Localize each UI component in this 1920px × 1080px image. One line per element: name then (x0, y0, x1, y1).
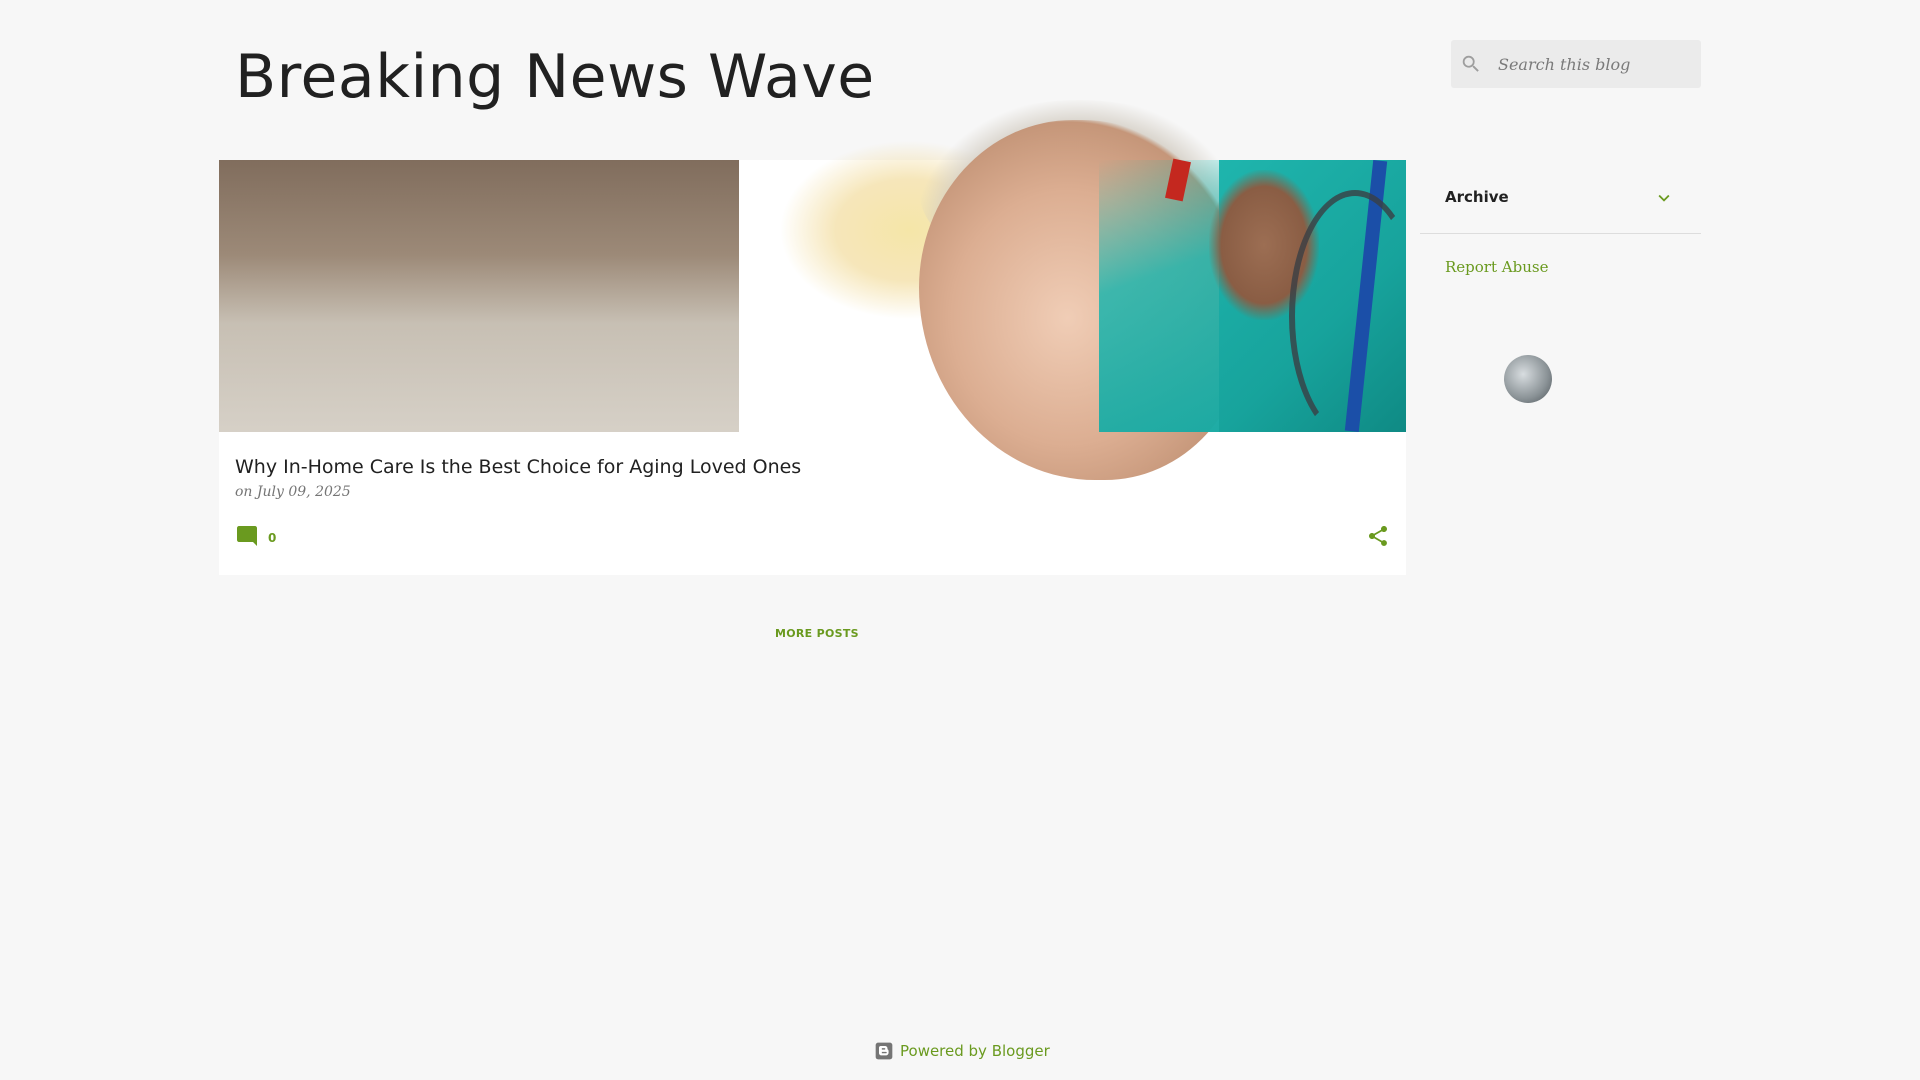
search-box[interactable] (1451, 40, 1701, 88)
blog-title[interactable]: Breaking News Wave (235, 40, 875, 114)
post-date: on July 09, 2025 (235, 484, 351, 500)
more-posts-link[interactable]: MORE POSTS (775, 627, 859, 640)
post-date-value[interactable]: July 09, 2025 (257, 484, 351, 500)
post-date-prefix: on (235, 484, 253, 500)
share-icon (1369, 526, 1387, 546)
search-icon[interactable] (1460, 53, 1482, 75)
share-button[interactable] (1366, 524, 1390, 548)
comment-count[interactable]: 0 (268, 527, 276, 545)
comments-link[interactable]: 0 (235, 524, 276, 548)
powered-by-label: Powered by Blogger (900, 1042, 1050, 1060)
comment-icon[interactable] (235, 524, 259, 548)
archive-title[interactable]: Archive (1445, 188, 1509, 206)
search-input[interactable] (1498, 54, 1688, 74)
post-card: Why In-Home Care Is the Best Choice for … (219, 100, 1552, 575)
blogger-icon (874, 1041, 894, 1061)
post-body: Why In-Home Care Is the Best Choice for … (235, 432, 1390, 575)
archive-widget: Archive (1420, 170, 1701, 234)
chevron-down-icon (1658, 194, 1670, 202)
powered-by-blogger-link[interactable]: Powered by Blogger (874, 1041, 1050, 1061)
archive-toggle-button[interactable] (1652, 186, 1676, 210)
report-abuse-link[interactable]: Report Abuse (1445, 258, 1548, 276)
post-title-link[interactable]: Why In-Home Care Is the Best Choice for … (235, 456, 801, 478)
